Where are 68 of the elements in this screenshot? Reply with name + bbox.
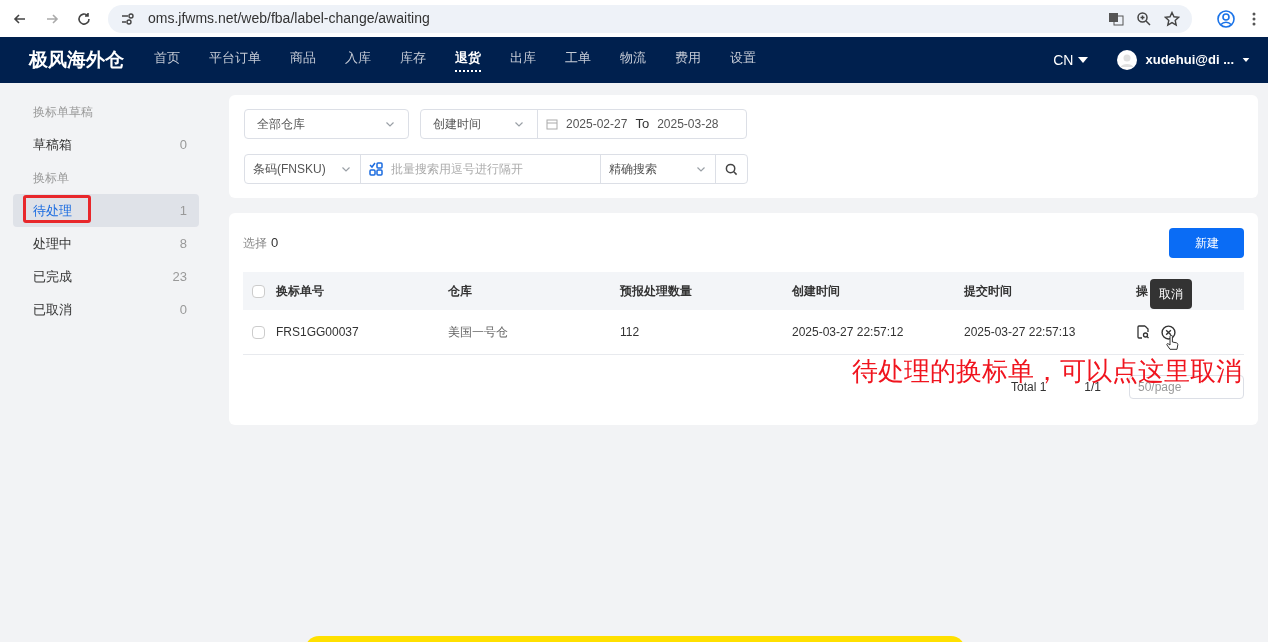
nav-tab[interactable]: 商品 xyxy=(290,48,316,72)
match-select[interactable]: 精确搜索 xyxy=(601,155,716,183)
item-count: 0 xyxy=(179,135,187,154)
warehouse-select[interactable]: 全部仓库 xyxy=(244,109,409,139)
column-header: 提交时间 xyxy=(964,284,1012,298)
pointer-cursor-icon xyxy=(1165,334,1179,351)
column-header: 仓库 xyxy=(448,284,472,298)
column-header: 预报处理数量 xyxy=(620,284,692,298)
sidebar-item[interactable]: 已完成 23 xyxy=(13,260,199,293)
selected-count: 0 xyxy=(271,234,279,253)
table-cell-text: 2025-03-27 22:57:12 xyxy=(792,324,905,341)
url-text: oms.jfwms.net/web/fba/label-change/awaiting xyxy=(148,9,431,28)
table-cell-text: 2025-03-27 22:57:13 xyxy=(964,324,1077,341)
tooltip: 取消 xyxy=(1150,278,1192,309)
zoom-icon[interactable] xyxy=(1136,10,1152,27)
column-header: 操 xyxy=(1136,284,1148,298)
profile-icon[interactable] xyxy=(1216,8,1236,29)
sidebar-item[interactable]: 草稿箱 0 xyxy=(13,128,199,161)
sidebar-heading: 换标单草稿 xyxy=(32,103,94,121)
sidebar-heading: 换标单 xyxy=(32,169,70,187)
column-header: 创建时间 xyxy=(792,284,840,298)
selected-label: 选择 xyxy=(243,235,267,252)
nav-tab[interactable]: 出库 xyxy=(510,48,536,72)
nav-tab[interactable]: 费用 xyxy=(675,48,701,72)
item-count: 1 xyxy=(179,201,187,220)
sidebar-item[interactable]: 待处理 1 xyxy=(13,194,199,227)
address-bar[interactable]: oms.jfwms.net/web/fba/label-change/awaiting xyxy=(108,4,1192,33)
item-label: 已完成 xyxy=(33,267,72,286)
site-settings-icon[interactable] xyxy=(120,10,136,27)
avatar-icon xyxy=(1117,50,1138,70)
nav-tab[interactable]: 首页 xyxy=(154,48,180,72)
table-cell-text: 112 xyxy=(620,324,641,341)
search-icon xyxy=(725,162,738,176)
new-button[interactable]: 新建 xyxy=(1169,228,1244,258)
search-field[interactable]: 批量搜索用逗号进行隔开 xyxy=(391,160,592,178)
star-icon[interactable] xyxy=(1164,10,1180,27)
column-header: 换标单号 xyxy=(276,284,324,298)
app-logo: 极风海外仓 xyxy=(29,47,124,72)
nav-tab[interactable]: 平台订单 xyxy=(209,48,261,72)
table-cell-text: 美国一号仓 xyxy=(448,324,509,341)
header-checkbox[interactable] xyxy=(252,284,265,298)
item-label: 已取消 xyxy=(33,300,72,319)
search-type-select[interactable]: 条码(FNSKU) xyxy=(245,155,361,183)
reload-icon[interactable] xyxy=(76,10,92,27)
item-label: 处理中 xyxy=(33,234,72,253)
user-menu[interactable]: xudehui@di ... xyxy=(1117,50,1250,70)
highlight-frame xyxy=(23,195,91,223)
nav-tab[interactable]: 退货 xyxy=(455,48,481,72)
nav-tab[interactable]: 入库 xyxy=(345,48,371,72)
nav-tab[interactable]: 设置 xyxy=(730,48,756,72)
item-label: 草稿箱 xyxy=(33,135,72,154)
language-dropdown[interactable]: CN xyxy=(1053,49,1090,71)
nav-tab[interactable]: 物流 xyxy=(620,48,646,72)
item-label: 待处理 xyxy=(33,201,72,220)
sidebar-item[interactable]: 处理中 8 xyxy=(13,227,199,260)
sidebar-item[interactable]: 已取消 0 xyxy=(13,293,199,326)
item-count: 23 xyxy=(172,267,187,286)
item-count: 0 xyxy=(179,300,187,319)
menu-icon[interactable] xyxy=(1252,10,1256,27)
table-cell-text: FRS1GG00037 xyxy=(276,324,360,341)
item-count: 8 xyxy=(179,234,187,253)
document-search-icon[interactable] xyxy=(1136,325,1150,339)
nav-tab[interactable]: 库存 xyxy=(400,48,426,72)
row-checkbox[interactable] xyxy=(252,325,265,339)
translate-icon[interactable] xyxy=(1108,10,1124,27)
batch-icon[interactable] xyxy=(369,162,383,176)
nav-tab[interactable]: 工单 xyxy=(565,48,591,72)
caret-icon xyxy=(1242,56,1250,64)
